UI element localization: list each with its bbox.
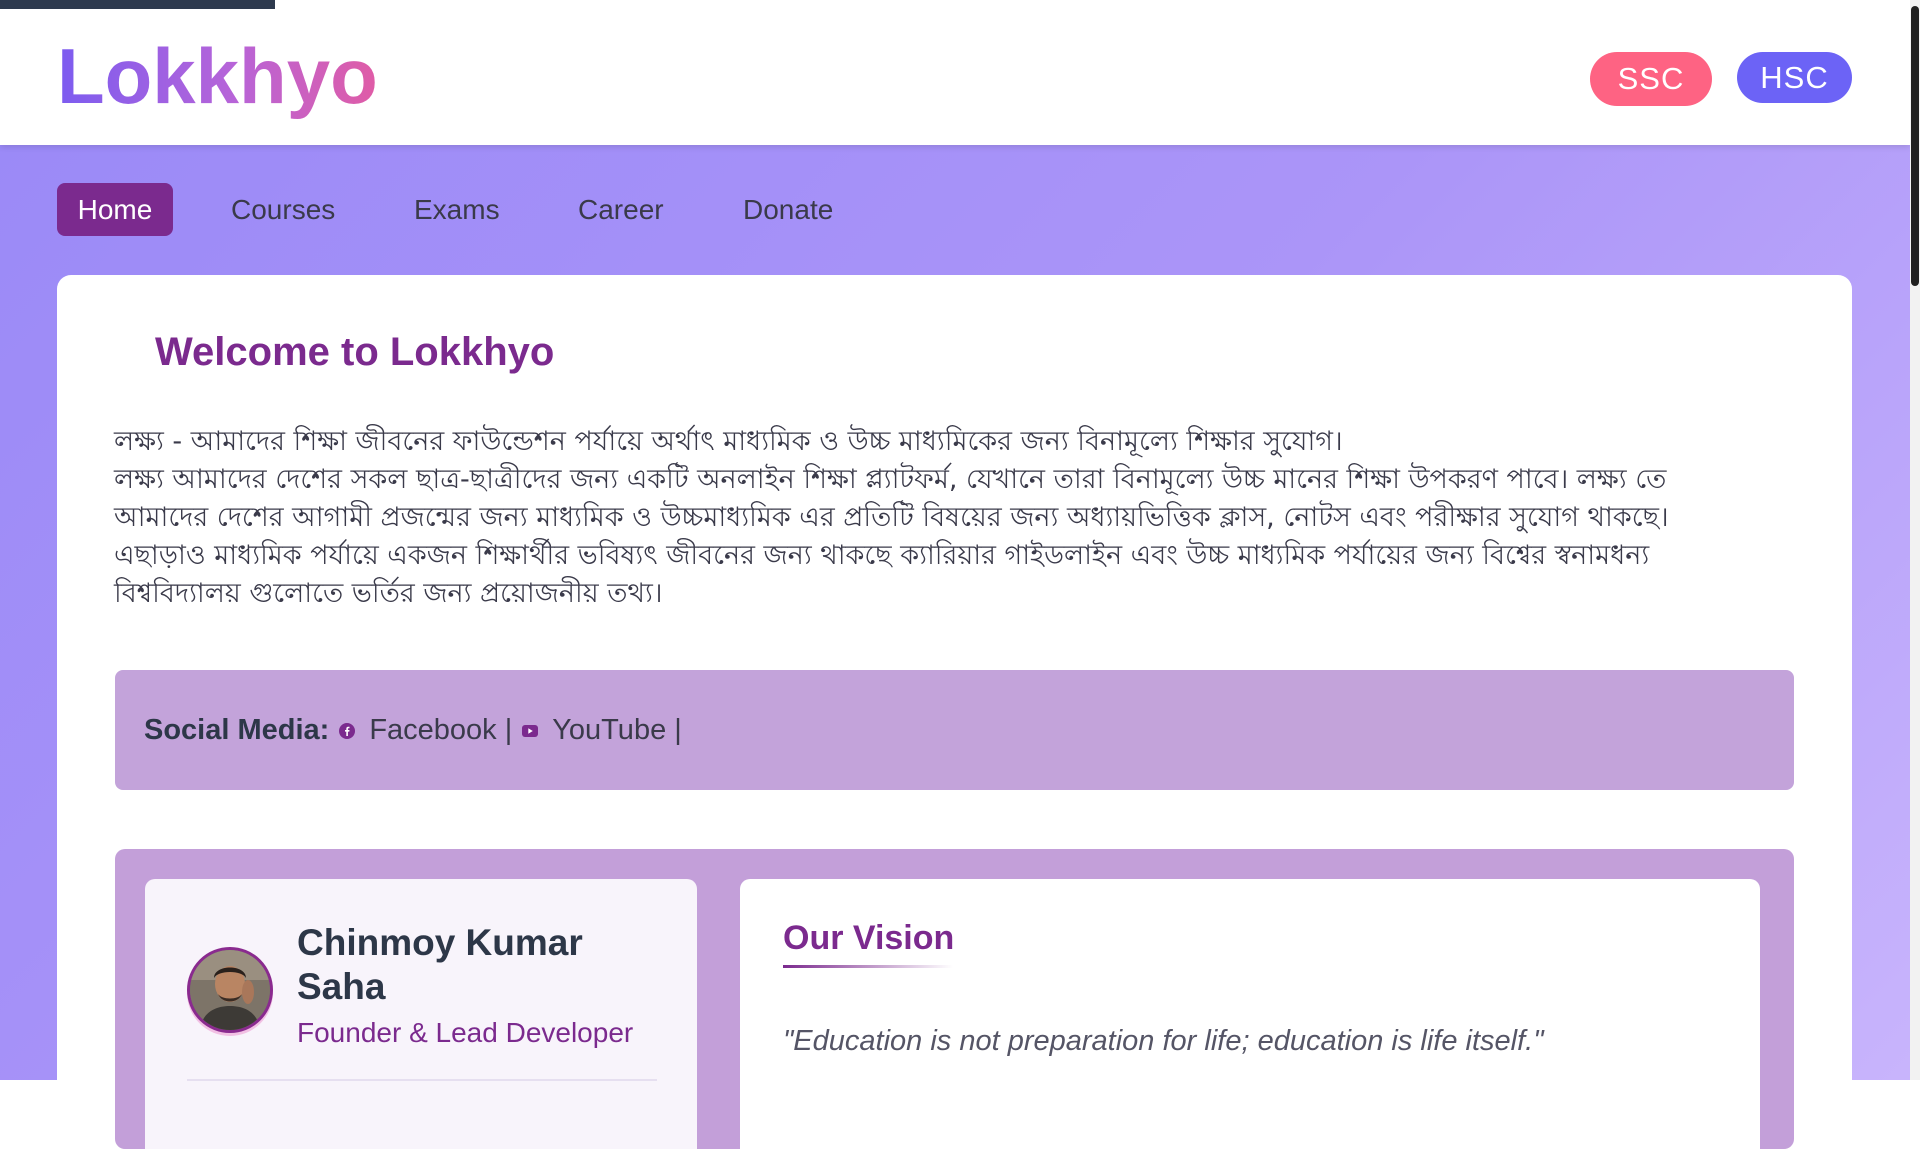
nav-item-career[interactable]: Career [578, 183, 664, 236]
page-scrollbar[interactable] [1910, 0, 1920, 1080]
nav-item-home[interactable]: Home [57, 183, 173, 236]
avatar-image [190, 950, 270, 1030]
link-separator: | [674, 713, 682, 746]
youtube-link[interactable]: YouTube [552, 714, 666, 747]
nav-item-exams[interactable]: Exams [414, 183, 500, 236]
ssc-button[interactable]: SSC [1590, 52, 1712, 106]
hsc-button[interactable]: HSC [1737, 52, 1852, 103]
youtube-icon[interactable] [522, 723, 539, 739]
social-media-row: Social Media: Facebook | YouTube | [144, 670, 692, 790]
reading-progress-bar [0, 0, 275, 9]
main-content-card: Welcome to Lokkhyo লক্ষ্য - আমাদের শিক্ষ… [57, 275, 1852, 1149]
facebook-link[interactable]: Facebook [369, 714, 496, 747]
vision-quote: "Education is not preparation for life; … [783, 1025, 1544, 1057]
nav-item-donate[interactable]: Donate [743, 183, 833, 236]
avatar [187, 947, 273, 1033]
intro-paragraph: লক্ষ্য - আমাদের শিক্ষা জীবনের ফাউন্ডেশন … [114, 423, 1804, 613]
founder-card: Chinmoy Kumar Saha Founder & Lead Develo… [145, 879, 697, 1149]
link-separator: | [504, 713, 513, 746]
site-header: Lokkhyo SSC HSC [0, 0, 1910, 145]
intro-line: বিশ্ববিদ্যালয় গুলোতে ভর্তির জন্য প্রয়ো… [114, 578, 663, 609]
intro-line: লক্ষ্য আমাদের দেশের সকল ছাত্র-ছাত্রীদের … [114, 464, 1667, 495]
vision-title: Our Vision [783, 919, 955, 957]
founder-divider [187, 1079, 657, 1081]
founder-name: Chinmoy Kumar Saha [297, 922, 583, 1007]
scrollbar-thumb[interactable] [1911, 6, 1919, 286]
intro-line: লক্ষ্য - আমাদের শিক্ষা জীবনের ফাউন্ডেশন … [114, 426, 1343, 457]
social-media-label: Social Media: [144, 713, 330, 746]
nav-item-courses[interactable]: Courses [231, 183, 335, 236]
welcome-title: Welcome to Lokkhyo [155, 330, 555, 374]
intro-line: এছাড়াও মাধ্যমিক পর্যায়ে একজন শিক্ষার্থ… [114, 540, 1650, 571]
founder-role: Founder & Lead Developer [297, 1017, 634, 1048]
site-logo[interactable]: Lokkhyo [57, 28, 378, 124]
vision-card: Our Vision "Education is not preparation… [740, 879, 1760, 1149]
social-media-box: Social Media: Facebook | YouTube | [115, 670, 1794, 790]
team-section: Chinmoy Kumar Saha Founder & Lead Develo… [115, 849, 1794, 1149]
vision-underline [783, 965, 953, 968]
intro-line: আমাদের দেশের আগামী প্রজন্মের জন্য মাধ্যম… [114, 502, 1669, 533]
facebook-icon[interactable] [339, 723, 356, 739]
